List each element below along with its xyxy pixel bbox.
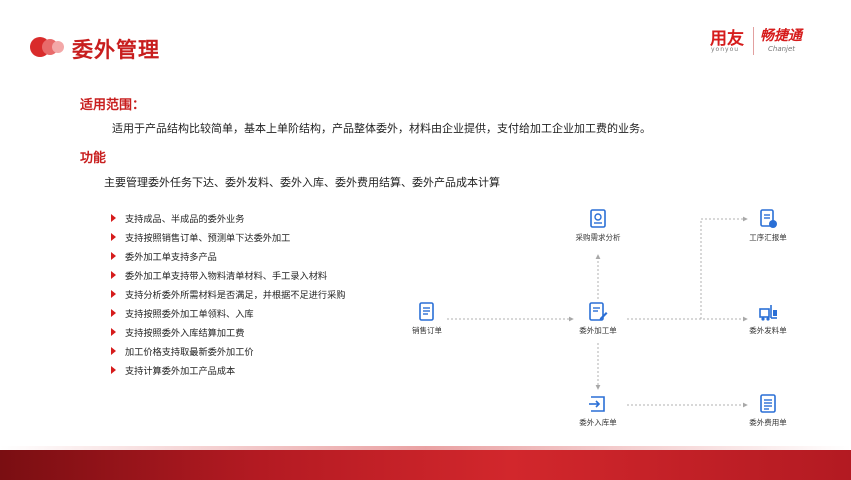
functions-description: 主要管理委外任务下达、委外发料、委外入库、委外费用结算、委外产品成本计算 [104, 176, 500, 189]
brand-secondary: 畅捷通 [760, 28, 802, 44]
diamond-bullet-icon [111, 270, 116, 279]
node-outsource-receipt: 委外入库单 [558, 393, 638, 428]
brand-primary-sub: yonyou [711, 46, 740, 53]
logo-dots-icon [30, 37, 64, 57]
footer-band [0, 450, 851, 480]
flow-diagram: 销售订单 采购需求分析 委外加工单 委外入库单 工序汇报单 委外发料单 委外费用… [395, 203, 806, 435]
functions-heading: 功能 [80, 151, 107, 166]
list-item: 委外加工单支持多产品 [111, 246, 346, 265]
analysis-icon [590, 209, 606, 228]
brand-divider [753, 27, 754, 55]
list-item: 支持按照委外加工单领料、入库 [111, 303, 346, 322]
diamond-bullet-icon [111, 213, 116, 222]
node-material-issue: 委外发料单 [728, 301, 808, 336]
edit-document-icon [589, 302, 608, 321]
scope-description: 适用于产品结构比较简单，基本上单阶结构，产品整体委外，材料由企业提供，支付给加工… [112, 122, 651, 135]
list-item: 支持按照委外入库结算加工费 [111, 322, 346, 341]
diamond-bullet-icon [111, 308, 116, 317]
list-item: 支持按照销售订单、预测单下达委外加工 [111, 227, 346, 246]
scope-heading: 适用范围： [80, 98, 146, 113]
node-work-report: 工序汇报单 [728, 208, 808, 243]
brand-secondary-sub: Chanjet [768, 45, 796, 53]
node-outsource-order: 委外加工单 [558, 301, 638, 336]
node-outsource-expense: 委外费用单 [728, 393, 808, 428]
list-item: 支持成品、半成品的委外业务 [111, 208, 346, 227]
node-purchase-analysis: 采购需求分析 [558, 208, 638, 243]
diamond-bullet-icon [111, 232, 116, 241]
list-item: 支持分析委外所需材料是否满足，并根据不足进行采购 [111, 284, 346, 303]
document-icon [419, 302, 434, 321]
forklift-icon [759, 305, 777, 321]
page-title: 委外管理 [72, 38, 160, 62]
inbound-icon [589, 396, 605, 412]
list-item: 委外加工单支持带入物料清单材料、手工录入材料 [111, 265, 346, 284]
diamond-bullet-icon [111, 346, 116, 355]
list-item: 支持计算委外加工产品成本 [111, 360, 346, 379]
report-icon [760, 209, 777, 228]
expense-icon [760, 394, 776, 413]
diamond-bullet-icon [111, 251, 116, 260]
feature-list: 支持成品、半成品的委外业务 支持按照销售订单、预测单下达委外加工 委外加工单支持… [111, 208, 346, 379]
brand-logo: 用友 yonyou 畅捷通 Chanjet [710, 24, 832, 64]
diamond-bullet-icon [111, 289, 116, 298]
list-item: 加工价格支持取最新委外加工价 [111, 341, 346, 360]
diamond-bullet-icon [111, 327, 116, 336]
node-sales-order: 销售订单 [387, 301, 467, 336]
diamond-bullet-icon [111, 365, 116, 374]
